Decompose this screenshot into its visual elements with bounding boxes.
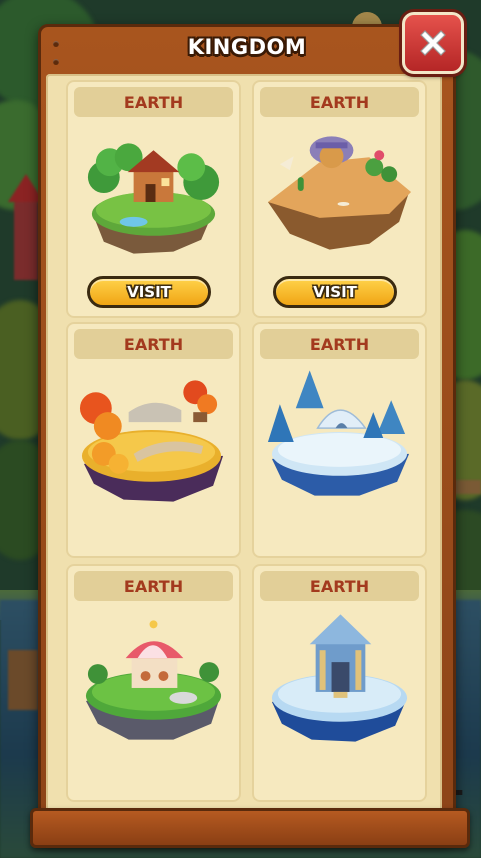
- island-label: EARTH: [74, 571, 233, 601]
- island-card-6[interactable]: EARTH: [252, 564, 427, 802]
- island-label: EARTH: [260, 329, 419, 359]
- snow-igloo-island-image: [267, 370, 410, 496]
- visit-button[interactable]: VISIT: [87, 276, 211, 308]
- background-dock: [8, 650, 38, 710]
- island-card-3[interactable]: EARTH: [66, 322, 241, 558]
- visit-button[interactable]: VISIT: [273, 276, 397, 308]
- autumn-bridge-island-image: [79, 380, 224, 502]
- island-label: EARTH: [74, 329, 233, 359]
- frame-stud: [53, 59, 59, 65]
- island-card-5[interactable]: EARTH: [66, 564, 241, 802]
- background-tower: [8, 174, 44, 280]
- close-button[interactable]: [402, 12, 464, 74]
- desert-sphinx-island-image: [267, 136, 412, 250]
- forest-cottage-island-image: [87, 143, 220, 254]
- island-label: EARTH: [74, 87, 233, 117]
- carnival-carousel-island-image: [85, 620, 222, 740]
- island-grid-panel: EARTH VISIT EARTH VISIT EARTH EARTH EART…: [46, 74, 442, 814]
- dialog-title: KINGDOM: [187, 35, 307, 59]
- island-label: EARTH: [260, 571, 419, 601]
- dialog-footer-bar: [30, 808, 470, 848]
- close-x-icon: [420, 30, 446, 56]
- island-card-2[interactable]: EARTH VISIT: [252, 80, 427, 318]
- ice-temple-island-image: [271, 614, 408, 742]
- island-card-4[interactable]: EARTH: [252, 322, 427, 558]
- island-card-1[interactable]: EARTH VISIT: [66, 80, 241, 318]
- island-label: EARTH: [260, 87, 419, 117]
